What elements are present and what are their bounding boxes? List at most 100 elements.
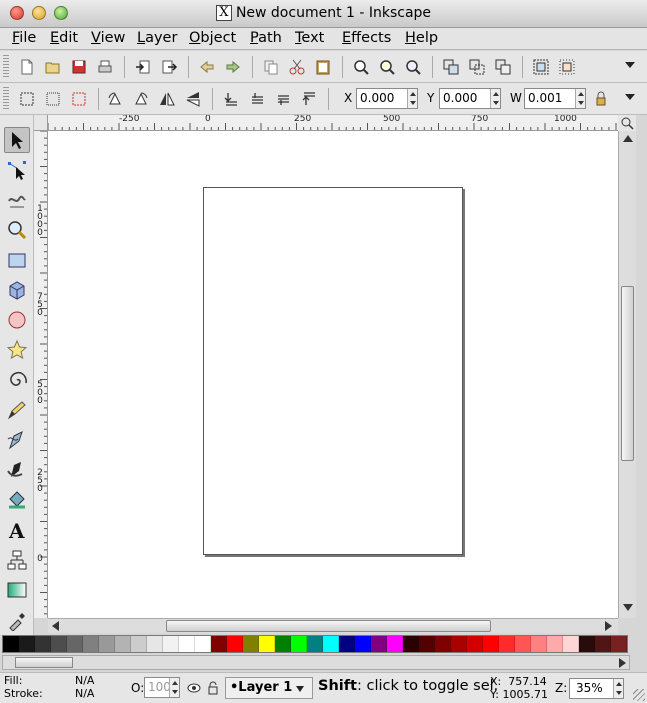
clone-icon[interactable] bbox=[466, 56, 488, 78]
cut-icon[interactable] bbox=[286, 56, 308, 78]
color-swatch[interactable] bbox=[275, 636, 291, 652]
rotate-ccw-icon[interactable] bbox=[104, 88, 126, 110]
color-swatch[interactable] bbox=[451, 636, 467, 652]
color-swatch[interactable] bbox=[467, 636, 483, 652]
menu-path[interactable]: Path bbox=[250, 30, 282, 46]
selector-tool-icon[interactable] bbox=[4, 127, 30, 153]
color-swatch[interactable] bbox=[211, 636, 227, 652]
color-swatch[interactable] bbox=[595, 636, 611, 652]
lower-to-bottom-icon[interactable] bbox=[220, 88, 242, 110]
color-swatch[interactable] bbox=[67, 636, 83, 652]
horizontal-ruler[interactable]: -250 0 250 500 750 1000 bbox=[48, 115, 618, 131]
dropper-tool-icon[interactable] bbox=[4, 607, 30, 633]
paint-bucket-tool-icon[interactable] bbox=[4, 487, 30, 513]
menu-effects[interactable]: Effects bbox=[342, 30, 391, 46]
color-swatch[interactable] bbox=[35, 636, 51, 652]
resize-grip-icon[interactable] bbox=[633, 689, 645, 701]
menu-text[interactable]: Text bbox=[295, 30, 324, 46]
color-swatch[interactable] bbox=[115, 636, 131, 652]
invert-selection-icon[interactable] bbox=[68, 88, 90, 110]
toolbar-grip[interactable] bbox=[3, 55, 9, 79]
zoom-tool-icon[interactable] bbox=[4, 217, 30, 243]
y-spinbox[interactable]: 0.000 bbox=[439, 88, 501, 109]
color-swatch[interactable] bbox=[435, 636, 451, 652]
node-tool-icon[interactable] bbox=[4, 157, 30, 183]
menu-edit[interactable]: Edit bbox=[50, 30, 78, 46]
zoom-page-icon[interactable] bbox=[402, 56, 424, 78]
color-swatch[interactable] bbox=[227, 636, 243, 652]
spiral-tool-icon[interactable] bbox=[4, 367, 30, 393]
x-spinbox[interactable]: 0.000 bbox=[356, 88, 418, 109]
x-spin-arrows[interactable] bbox=[407, 89, 417, 108]
color-swatch[interactable] bbox=[563, 636, 579, 652]
color-swatch[interactable] bbox=[515, 636, 531, 652]
color-swatch[interactable] bbox=[99, 636, 115, 652]
scroll-down-icon[interactable] bbox=[623, 604, 633, 611]
toolbar-grip[interactable] bbox=[3, 87, 9, 111]
flip-vertical-icon[interactable] bbox=[182, 88, 204, 110]
3d-box-tool-icon[interactable] bbox=[4, 277, 30, 303]
color-swatch[interactable] bbox=[83, 636, 99, 652]
pen-tool-icon[interactable] bbox=[4, 427, 30, 453]
color-swatch[interactable] bbox=[147, 636, 163, 652]
print-icon[interactable] bbox=[94, 56, 116, 78]
raise-icon[interactable] bbox=[272, 88, 294, 110]
color-swatch[interactable] bbox=[339, 636, 355, 652]
new-icon[interactable] bbox=[16, 56, 38, 78]
undo-icon[interactable] bbox=[196, 56, 218, 78]
zoom-corner-icon[interactable] bbox=[618, 115, 636, 131]
color-swatch[interactable] bbox=[371, 636, 387, 652]
menu-file[interactable]: File bbox=[12, 30, 36, 46]
stroke-value[interactable]: N/A bbox=[75, 687, 94, 700]
group-icon[interactable] bbox=[530, 56, 552, 78]
save-icon[interactable] bbox=[68, 56, 90, 78]
color-swatch[interactable] bbox=[291, 636, 307, 652]
color-swatch[interactable] bbox=[19, 636, 35, 652]
color-swatch[interactable] bbox=[611, 636, 627, 652]
unlink-clone-icon[interactable] bbox=[492, 56, 514, 78]
color-swatch[interactable] bbox=[547, 636, 563, 652]
scroll-right-icon[interactable] bbox=[605, 621, 612, 631]
color-swatch[interactable] bbox=[163, 636, 179, 652]
menu-view[interactable]: View bbox=[91, 30, 125, 46]
color-swatch[interactable] bbox=[51, 636, 67, 652]
lock-layer-icon[interactable] bbox=[205, 680, 221, 696]
lock-icon[interactable] bbox=[590, 88, 612, 110]
toolbar-overflow-icon[interactable] bbox=[625, 94, 635, 100]
export-icon[interactable] bbox=[158, 56, 180, 78]
vertical-scrollbar[interactable] bbox=[618, 131, 636, 618]
toolbar-overflow-icon[interactable] bbox=[625, 62, 635, 68]
vertical-scroll-thumb[interactable] bbox=[621, 286, 634, 461]
star-tool-icon[interactable] bbox=[4, 337, 30, 363]
color-swatch[interactable] bbox=[483, 636, 499, 652]
pencil-tool-icon[interactable] bbox=[4, 397, 30, 423]
color-swatch[interactable] bbox=[387, 636, 403, 652]
color-swatch[interactable] bbox=[195, 636, 211, 652]
text-tool-icon[interactable]: A bbox=[4, 517, 30, 543]
opacity-spinbox[interactable]: 100 bbox=[144, 677, 180, 698]
tweak-tool-icon[interactable] bbox=[4, 187, 30, 213]
color-swatch[interactable] bbox=[3, 636, 19, 652]
y-spin-arrows[interactable] bbox=[490, 89, 500, 108]
eye-icon[interactable] bbox=[186, 680, 202, 696]
color-swatch[interactable] bbox=[323, 636, 339, 652]
lower-icon[interactable] bbox=[246, 88, 268, 110]
copy-icon[interactable] bbox=[260, 56, 282, 78]
menu-layer[interactable]: Layer bbox=[137, 30, 177, 46]
w-spinbox[interactable]: 0.001 bbox=[524, 88, 586, 109]
w-spin-arrows[interactable] bbox=[575, 89, 585, 108]
vertical-ruler[interactable]: 1000 750 500 250 0 bbox=[34, 131, 48, 618]
select-all-layers-icon[interactable] bbox=[42, 88, 64, 110]
horizontal-scrollbar[interactable] bbox=[48, 618, 618, 633]
gradient-tool-icon[interactable] bbox=[4, 577, 30, 603]
color-swatch[interactable] bbox=[579, 636, 595, 652]
ellipse-tool-icon[interactable] bbox=[4, 307, 30, 333]
opacity-spin-arrows[interactable] bbox=[169, 678, 179, 697]
color-swatch[interactable] bbox=[243, 636, 259, 652]
scroll-right-icon[interactable] bbox=[619, 658, 626, 668]
color-palette[interactable] bbox=[2, 635, 628, 653]
color-swatch[interactable] bbox=[499, 636, 515, 652]
color-swatch[interactable] bbox=[259, 636, 275, 652]
color-swatch[interactable] bbox=[419, 636, 435, 652]
fill-value[interactable]: N/A bbox=[75, 674, 94, 687]
